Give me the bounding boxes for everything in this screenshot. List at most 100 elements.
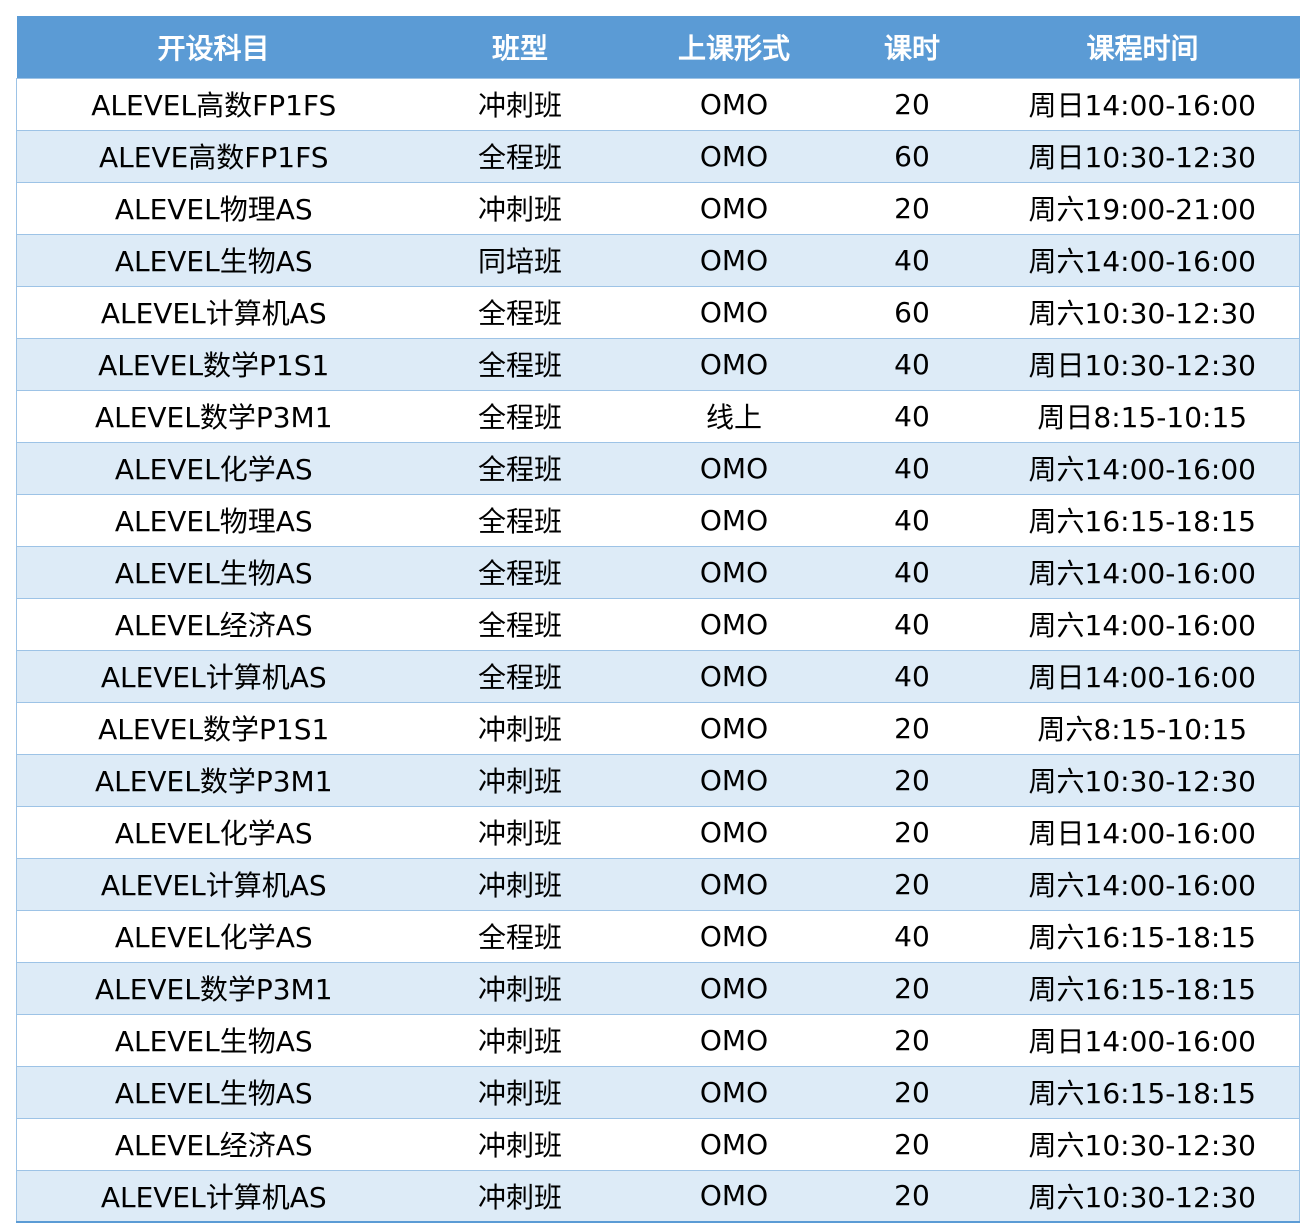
cell-subject: ALEVEL高数FP1FS [16,77,411,130]
cell-class-type: 全程班 [410,337,630,390]
cell-class-type: 冲刺班 [410,857,630,910]
cell-time: 周六10:30-12:30 [985,1117,1300,1170]
header-subject: 开设科目 [157,31,270,65]
cell-subject: ALEVEL计算机AS [16,857,411,910]
cell-format: OMO [629,441,839,494]
cell-format: OMO [629,1117,839,1170]
cell-class-type: 冲刺班 [410,77,630,130]
cell-format: OMO [629,753,839,806]
cell-hours: 20 [838,701,986,754]
cell-subject: ALEVEL生物AS [16,233,411,286]
cell-subject: ALEVEL生物AS [16,545,411,598]
cell-hours: 20 [838,1013,986,1066]
cell-format: OMO [629,285,839,338]
cell-format: 线上 [629,389,839,442]
cell-hours: 20 [838,1117,986,1170]
cell-subject: ALEVEL数学P1S1 [16,701,411,754]
table-row: ALEVEL数学P1S1 冲刺班 OMO 20 周六8:15-10:15 [16,701,1300,754]
table-row: ALEVEL生物AS 同培班 OMO 40 周六14:00-16:00 [16,233,1300,286]
cell-subject: ALEVEL数学P3M1 [16,389,411,442]
cell-format: OMO [629,77,839,130]
cell-class-type: 冲刺班 [410,1065,630,1118]
cell-class-type: 冲刺班 [410,753,630,806]
cell-class-type: 冲刺班 [410,1117,630,1170]
header-row: 开设科目 班型 上课形式 课时 课程时间 [16,16,1300,78]
table-row: ALEVEL经济AS 全程班 OMO 40 周六14:00-16:00 [16,597,1300,650]
table-row: ALEVEL计算机AS 冲刺班 OMO 20 周六14:00-16:00 [16,857,1300,910]
cell-time: 周六10:30-12:30 [985,285,1300,338]
cell-hours: 40 [838,545,986,598]
cell-class-type: 冲刺班 [410,805,630,858]
cell-hours: 20 [838,77,986,130]
table-row: ALEVEL物理AS 冲刺班 OMO 20 周六19:00-21:00 [16,181,1300,234]
cell-class-type: 冲刺班 [410,1169,630,1223]
cell-time: 周六16:15-18:15 [985,961,1300,1014]
cell-format: OMO [629,337,839,390]
cell-hours: 40 [838,389,986,442]
cell-class-type: 全程班 [410,129,630,182]
cell-class-type: 全程班 [410,493,630,546]
cell-hours: 20 [838,961,986,1014]
cell-subject: ALEVEL生物AS [16,1013,411,1066]
cell-hours: 20 [838,805,986,858]
cell-time: 周六14:00-16:00 [985,857,1300,910]
cell-time: 周日8:15-10:15 [985,389,1300,442]
cell-time: 周日14:00-16:00 [985,77,1300,130]
cell-class-type: 冲刺班 [410,1013,630,1066]
table-row: ALEVE高数FP1FS 全程班 OMO 60 周日10:30-12:30 [16,129,1300,182]
cell-subject: ALEVEL物理AS [16,181,411,234]
cell-hours: 40 [838,597,986,650]
cell-class-type: 冲刺班 [410,701,630,754]
cell-format: OMO [629,1013,839,1066]
cell-hours: 60 [838,129,986,182]
cell-hours: 20 [838,857,986,910]
cell-class-type: 全程班 [410,649,630,702]
cell-format: OMO [629,857,839,910]
cell-subject: ALEVEL计算机AS [16,1169,411,1223]
cell-format: OMO [629,493,839,546]
cell-subject: ALEVEL经济AS [16,1117,411,1170]
table-row: ALEVEL生物AS 冲刺班 OMO 20 周日14:00-16:00 [16,1013,1300,1066]
cell-hours: 40 [838,337,986,390]
cell-class-type: 冲刺班 [410,181,630,234]
cell-format: OMO [629,909,839,962]
cell-class-type: 全程班 [410,441,630,494]
cell-hours: 20 [838,753,986,806]
cell-time: 周六19:00-21:00 [985,181,1300,234]
cell-class-type: 同培班 [410,233,630,286]
cell-time: 周六10:30-12:30 [985,753,1300,806]
cell-time: 周六16:15-18:15 [985,1065,1300,1118]
header-hours: 课时 [883,31,940,65]
cell-hours: 20 [838,1169,986,1223]
cell-subject: ALEVEL计算机AS [16,285,411,338]
cell-class-type: 全程班 [410,597,630,650]
cell-format: OMO [629,805,839,858]
cell-class-type: 全程班 [410,285,630,338]
cell-time: 周六10:30-12:30 [985,1169,1300,1223]
cell-hours: 40 [838,233,986,286]
table-row: ALEVEL化学AS 冲刺班 OMO 20 周日14:00-16:00 [16,805,1300,858]
table-row: ALEVEL数学P3M1 冲刺班 OMO 20 周六16:15-18:15 [16,961,1300,1014]
cell-time: 周六16:15-18:15 [985,909,1300,962]
cell-time: 周日14:00-16:00 [985,649,1300,702]
header-class-type: 班型 [491,31,548,65]
cell-time: 周六16:15-18:15 [985,493,1300,546]
cell-time: 周日14:00-16:00 [985,805,1300,858]
cell-time: 周日10:30-12:30 [985,337,1300,390]
cell-subject: ALEVEL数学P3M1 [16,753,411,806]
cell-class-type: 全程班 [410,545,630,598]
cell-hours: 40 [838,441,986,494]
cell-hours: 60 [838,285,986,338]
table-header: 开设科目 班型 上课形式 课时 课程时间 [16,16,1300,78]
table-row: ALEVEL生物AS 冲刺班 OMO 20 周六16:15-18:15 [16,1065,1300,1118]
cell-hours: 40 [838,909,986,962]
header-time: 课程时间 [1086,31,1199,65]
cell-hours: 20 [838,1065,986,1118]
cell-format: OMO [629,649,839,702]
table-row: ALEVEL生物AS 全程班 OMO 40 周六14:00-16:00 [16,545,1300,598]
table-body: ALEVEL高数FP1FS 冲刺班 OMO 20 周日14:00-16:00 ALEVE高… [16,77,1300,1223]
cell-subject: ALEVEL生物AS [16,1065,411,1118]
cell-format: OMO [629,129,839,182]
table-row: ALEVEL物理AS 全程班 OMO 40 周六16:15-18:15 [16,493,1300,546]
cell-format: OMO [629,961,839,1014]
